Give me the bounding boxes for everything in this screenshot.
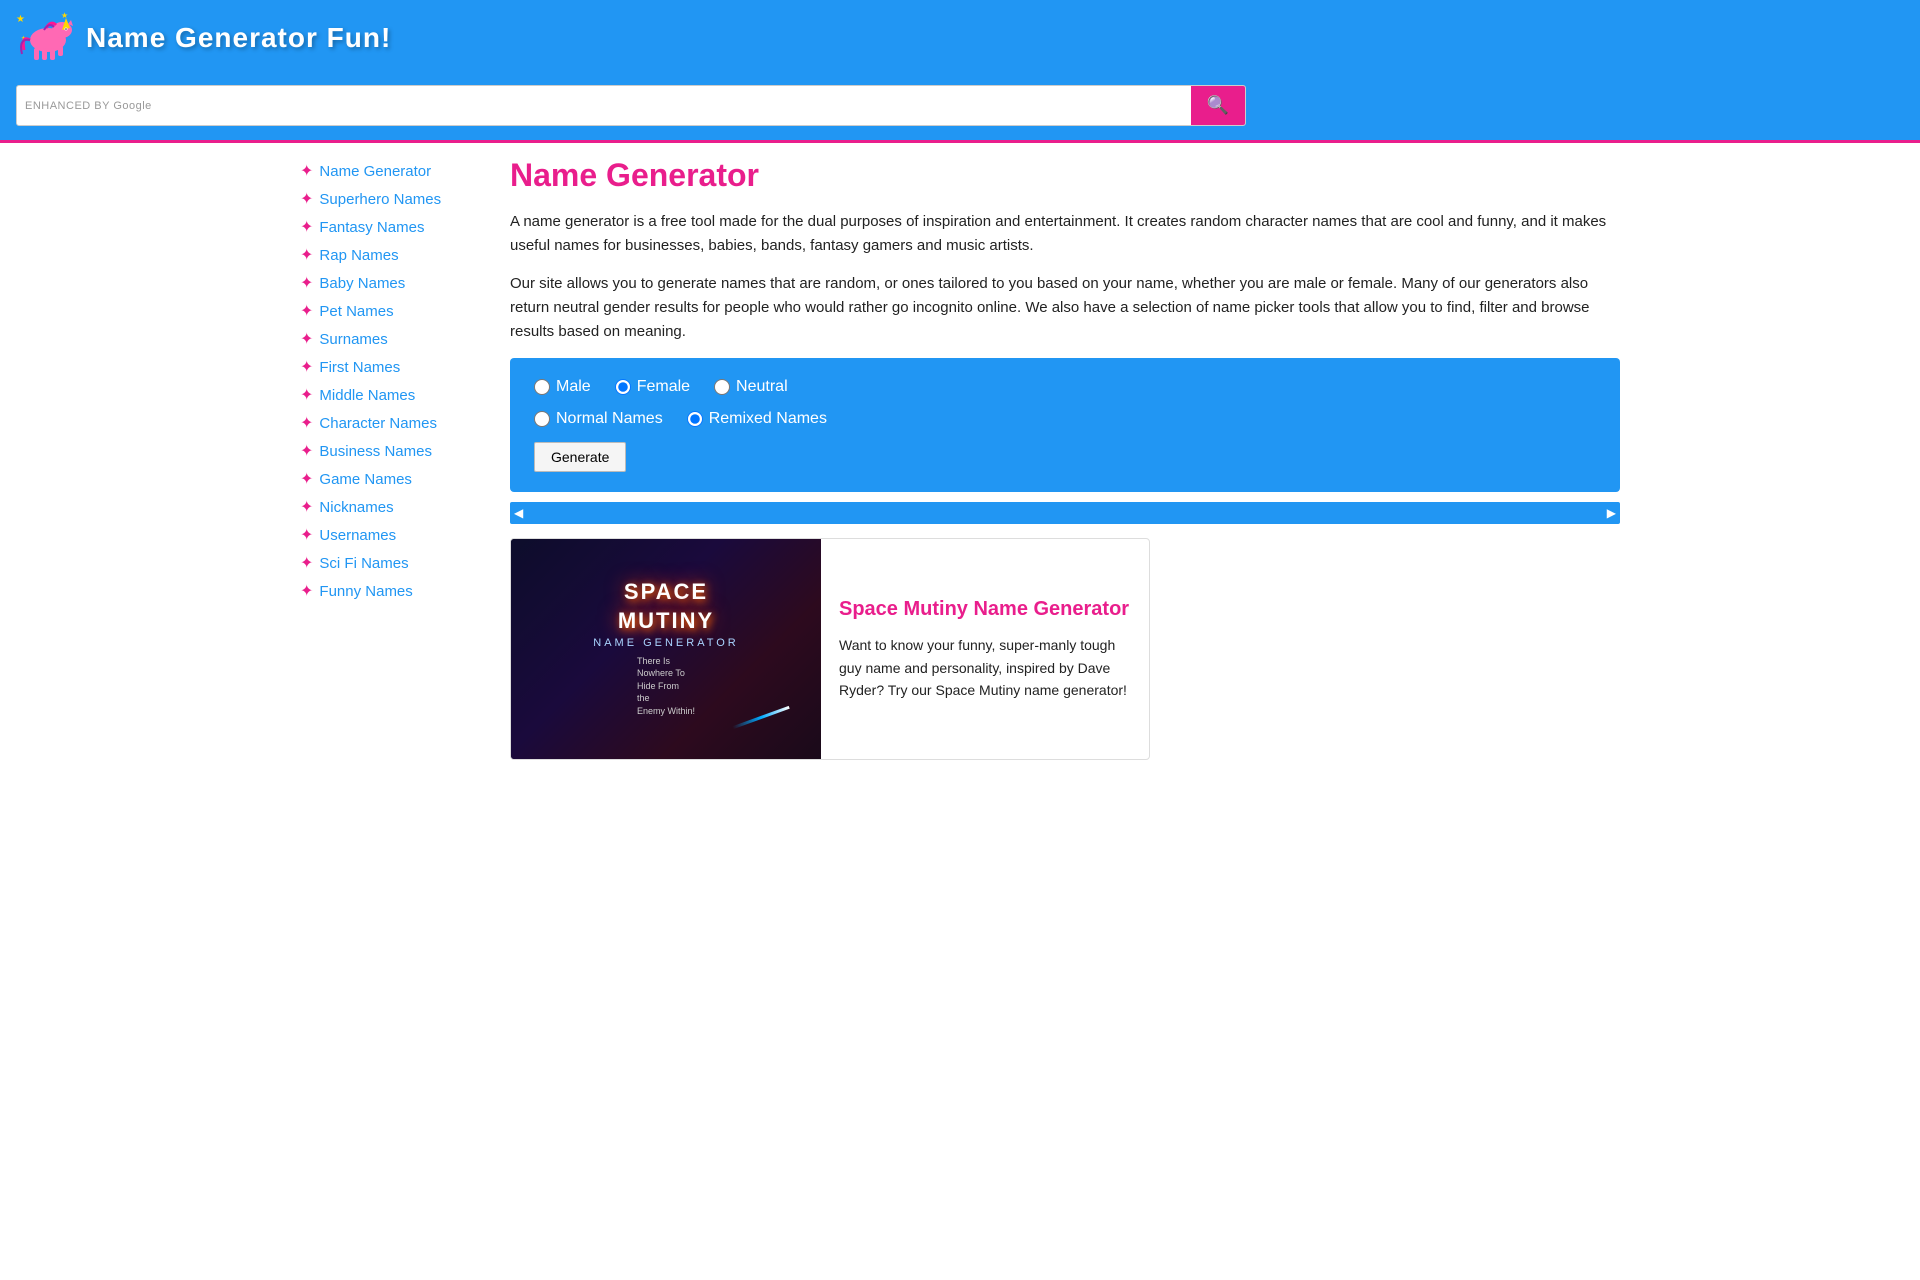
search-input[interactable] <box>160 89 1191 122</box>
type-radio-row: Normal Names Remixed Names <box>534 410 1596 428</box>
sidebar-star-icon: ✦ <box>300 329 313 349</box>
space-mutiny-subtitle: NAME GENERATOR <box>593 637 739 649</box>
sidebar-item-surnames[interactable]: ✦ Surnames <box>300 329 500 349</box>
sidebar-star-icon: ✦ <box>300 301 313 321</box>
radio-male-label: Male <box>556 378 591 396</box>
sidebar-item-business-names[interactable]: ✦ Business Names <box>300 441 500 461</box>
sidebar-item-label: Funny Names <box>319 583 412 600</box>
search-bar-area: ENHANCED BY Google 🔍 <box>0 75 1920 143</box>
sidebar-star-icon: ✦ <box>300 469 313 489</box>
search-container: ENHANCED BY Google 🔍 <box>16 85 1246 126</box>
sidebar-item-fantasy-names[interactable]: ✦ Fantasy Names <box>300 217 500 237</box>
unicorn-logo-icon: ★ ★ ★ ★ <box>16 10 76 65</box>
radio-normal-label: Normal Names <box>556 410 663 428</box>
sidebar-star-icon: ✦ <box>300 413 313 433</box>
radio-neutral-label: Neutral <box>736 378 788 396</box>
sidebar-item-rap-names[interactable]: ✦ Rap Names <box>300 245 500 265</box>
sidebar-star-icon: ✦ <box>300 217 313 237</box>
sidebar-item-sci-fi-names[interactable]: ✦ Sci Fi Names <box>300 553 500 573</box>
sidebar-star-icon: ✦ <box>300 441 313 461</box>
sidebar-star-icon: ✦ <box>300 385 313 405</box>
sidebar-item-label: Game Names <box>319 471 412 488</box>
radio-normal-names[interactable]: Normal Names <box>534 410 663 428</box>
feature-card[interactable]: SPACE MUTINY NAME GENERATOR There IsNowh… <box>510 538 1150 760</box>
sidebar-star-icon: ✦ <box>300 273 313 293</box>
feature-card-title: Space Mutiny Name Generator <box>839 596 1131 622</box>
site-header: ★ ★ ★ ★ Name Genera <box>0 0 1920 75</box>
gender-radio-row: Male Female Neutral <box>534 378 1596 396</box>
main-layout: ✦ Name Generator ✦ Superhero Names ✦ Fan… <box>290 143 1630 774</box>
radio-normal-input[interactable] <box>534 411 550 427</box>
sidebar-item-label: Pet Names <box>319 303 393 320</box>
svg-text:★: ★ <box>61 11 68 20</box>
page-title: Name Generator <box>510 157 1620 194</box>
radio-female-label: Female <box>637 378 690 396</box>
description-paragraph-2: Our site allows you to generate names th… <box>510 272 1620 344</box>
feature-image: SPACE MUTINY NAME GENERATOR There IsNowh… <box>511 539 821 759</box>
sidebar: ✦ Name Generator ✦ Superhero Names ✦ Fan… <box>300 157 500 760</box>
logo-area: ★ ★ ★ ★ Name Genera <box>16 10 391 65</box>
radio-male-input[interactable] <box>534 379 550 395</box>
description-area: A name generator is a free tool made for… <box>510 210 1620 344</box>
sidebar-star-icon: ✦ <box>300 525 313 545</box>
feature-text: Space Mutiny Name Generator Want to know… <box>821 539 1149 759</box>
sidebar-item-funny-names[interactable]: ✦ Funny Names <box>300 581 500 601</box>
sidebar-item-label: Surnames <box>319 331 387 348</box>
radio-female-input[interactable] <box>615 379 631 395</box>
sidebar-item-usernames[interactable]: ✦ Usernames <box>300 525 500 545</box>
sidebar-item-game-names[interactable]: ✦ Game Names <box>300 469 500 489</box>
space-mutiny-title-line1: SPACE <box>624 580 708 604</box>
sidebar-item-label: First Names <box>319 359 400 376</box>
search-button[interactable]: 🔍 <box>1191 86 1245 125</box>
radio-female[interactable]: Female <box>615 378 690 396</box>
sidebar-star-icon: ✦ <box>300 161 313 181</box>
sidebar-star-icon: ✦ <box>300 189 313 209</box>
content-area: Name Generator A name generator is a fre… <box>500 157 1620 760</box>
generate-button[interactable]: Generate <box>534 442 626 472</box>
sidebar-item-nicknames[interactable]: ✦ Nicknames <box>300 497 500 517</box>
laser-beam-decoration <box>732 706 789 729</box>
sidebar-item-character-names[interactable]: ✦ Character Names <box>300 413 500 433</box>
sidebar-item-label: Business Names <box>319 443 432 460</box>
sidebar-item-label: Character Names <box>319 415 437 432</box>
feature-card-desc: Want to know your funny, super-manly tou… <box>839 634 1131 701</box>
sidebar-star-icon: ✦ <box>300 357 313 377</box>
space-mutiny-image: SPACE MUTINY NAME GENERATOR There IsNowh… <box>511 539 821 759</box>
sidebar-item-label: Superhero Names <box>319 191 441 208</box>
sidebar-star-icon: ✦ <box>300 245 313 265</box>
sidebar-item-label: Middle Names <box>319 387 415 404</box>
sidebar-item-label: Fantasy Names <box>319 219 424 236</box>
sidebar-star-icon: ✦ <box>300 497 313 517</box>
radio-male[interactable]: Male <box>534 378 591 396</box>
progress-bar-area: ◀ ▶ <box>510 502 1620 524</box>
sidebar-item-name-generator[interactable]: ✦ Name Generator <box>300 161 500 181</box>
site-title-text: Name Generator Fun! <box>86 22 391 54</box>
sidebar-item-label: Baby Names <box>319 275 405 292</box>
scroll-left-icon[interactable]: ◀ <box>514 506 523 520</box>
sidebar-item-label: Nicknames <box>319 499 393 516</box>
sidebar-item-middle-names[interactable]: ✦ Middle Names <box>300 385 500 405</box>
radio-remixed-label: Remixed Names <box>709 410 827 428</box>
space-mutiny-tagline: There IsNowhere ToHide FromtheEnemy With… <box>629 655 703 718</box>
description-paragraph-1: A name generator is a free tool made for… <box>510 210 1620 258</box>
sidebar-item-baby-names[interactable]: ✦ Baby Names <box>300 273 500 293</box>
radio-neutral-input[interactable] <box>714 379 730 395</box>
svg-text:★: ★ <box>16 14 25 25</box>
sidebar-item-label: Sci Fi Names <box>319 555 408 572</box>
sidebar-item-pet-names[interactable]: ✦ Pet Names <box>300 301 500 321</box>
sidebar-item-superhero-names[interactable]: ✦ Superhero Names <box>300 189 500 209</box>
generator-box: Male Female Neutral Normal Names <box>510 358 1620 492</box>
search-label: ENHANCED BY Google <box>17 100 160 112</box>
radio-remixed-input[interactable] <box>687 411 703 427</box>
sidebar-star-icon: ✦ <box>300 581 313 601</box>
radio-neutral[interactable]: Neutral <box>714 378 788 396</box>
space-mutiny-title-line2: MUTINY <box>618 609 714 633</box>
sidebar-item-label: Rap Names <box>319 247 398 264</box>
radio-remixed-names[interactable]: Remixed Names <box>687 410 827 428</box>
scroll-right-icon[interactable]: ▶ <box>1607 506 1616 520</box>
sidebar-star-icon: ✦ <box>300 553 313 573</box>
sidebar-item-label: Usernames <box>319 527 396 544</box>
sidebar-item-label: Name Generator <box>319 163 431 180</box>
sidebar-item-first-names[interactable]: ✦ First Names <box>300 357 500 377</box>
